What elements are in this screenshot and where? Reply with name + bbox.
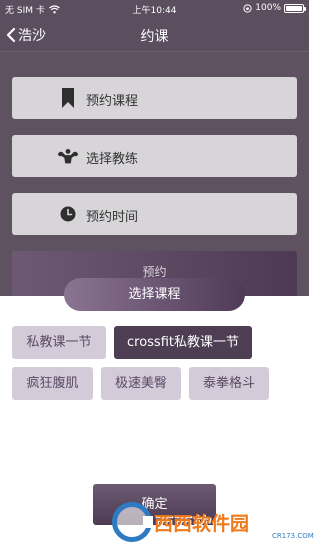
navigation-bar: 浩沙 约课 [0, 18, 309, 52]
course-chip-selected[interactable]: crossfit私教课一节 [114, 326, 252, 359]
watermark: 西西软件园 CR173.COM [112, 500, 314, 544]
option-book-time[interactable]: 预约时间 [12, 193, 297, 235]
watermark-logo-icon [112, 502, 153, 542]
course-chip[interactable]: 疯狂腹肌 [12, 367, 93, 400]
status-bar: 无 SIM 卡 上午10:44 100% [0, 0, 309, 18]
option-label: 预约时间 [86, 210, 139, 225]
sheet-title: 选择课程 [64, 278, 245, 311]
battery-icon [284, 3, 306, 13]
course-chip[interactable]: 私教课一节 [12, 326, 106, 359]
option-label: 选择教练 [86, 152, 139, 167]
watermark-url: CR173.COM [272, 532, 314, 540]
bookmark-icon [56, 88, 80, 108]
orientation-lock-icon [243, 3, 252, 13]
battery-percent: 100% [255, 3, 281, 13]
page-title: 约课 [140, 29, 169, 45]
muscle-icon [56, 146, 80, 166]
clock-icon [56, 204, 80, 224]
background-screen: 无 SIM 卡 上午10:44 100% 浩沙 约课 预约课程 选择教练 预约时… [0, 0, 309, 296]
option-choose-coach[interactable]: 选择教练 [12, 135, 297, 177]
status-right: 100% [243, 3, 306, 13]
course-chip[interactable]: 极速美臀 [101, 367, 181, 400]
watermark-brand: 西西软件园 [154, 512, 250, 535]
option-book-course[interactable]: 预约课程 [12, 77, 297, 119]
option-label: 预约课程 [86, 94, 139, 109]
course-chip[interactable]: 泰拳格斗 [189, 367, 269, 400]
